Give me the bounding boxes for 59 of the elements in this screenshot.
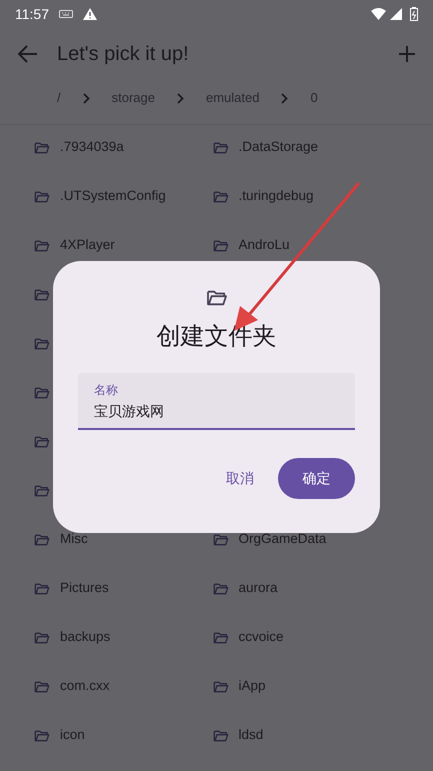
folder-name[interactable]: AndroLu [238,235,290,256]
folder-icon [212,582,228,596]
chevron-right-icon [177,92,184,104]
folder-icon [34,434,50,448]
folder-icon [212,140,228,154]
breadcrumb-item[interactable]: 0 [310,88,318,108]
folder-name[interactable]: aurora [238,578,278,599]
folder-icon [34,336,50,350]
breadcrumb-item[interactable]: emulated [206,88,260,108]
folder-icon [34,728,50,742]
folder-icon [34,190,50,204]
chevron-right-icon [82,92,90,104]
folder-icon [212,190,228,204]
chevron-right-icon [281,92,288,104]
confirm-button[interactable]: 确定 [278,458,355,499]
folder-name[interactable]: .turingdebug [238,186,314,207]
folder-icon [212,630,228,644]
folder-icon [34,484,50,498]
folder-icon [206,289,228,307]
folder-icon [212,532,228,546]
folder-name[interactable]: ldsd [238,725,264,746]
folder-icon [34,582,50,596]
status-time: 11:57 [15,4,49,24]
breadcrumb-item[interactable]: / [57,88,61,108]
folder-name[interactable]: Pictures [60,578,109,599]
folder-name[interactable]: icon [60,725,85,746]
folder-name[interactable]: .DataStorage [238,137,318,158]
folder-name[interactable]: 4XPlayer [60,235,115,256]
folder-icon [34,386,50,400]
folder-icon [34,288,50,302]
keyboard-icon [59,10,73,18]
folder-name[interactable]: Misc [60,529,88,550]
folder-icon [212,238,228,252]
signal-icon [390,8,402,20]
battery-icon [410,7,418,21]
folder-icon [34,680,50,694]
wifi-icon [371,8,386,20]
folder-name[interactable]: OrgGameData [238,529,326,550]
folder-icon [34,238,50,252]
folder-icon [212,728,228,742]
name-field[interactable]: 名称 宝贝游戏网 [78,373,355,430]
app-title: Let's pick it up! [57,42,190,67]
folder-name[interactable]: backups [60,627,110,648]
field-value: 宝贝游戏网 [94,402,165,421]
folder-name[interactable]: ccvoice [238,627,284,648]
folder-name[interactable]: iApp [238,676,266,697]
breadcrumb-item[interactable]: storage [112,88,155,108]
folder-icon [34,630,50,644]
folder-icon [34,140,50,154]
warning-icon [83,8,97,20]
folder-icon [212,680,228,694]
folder-name[interactable]: com.cxx [60,676,110,697]
folder-name[interactable]: .UTSystemConfig [60,186,166,207]
cancel-button[interactable]: 取消 [224,458,256,498]
back-icon[interactable] [18,45,38,63]
folder-icon [34,532,50,546]
field-label: 名称 [94,382,119,399]
add-icon[interactable] [399,46,415,62]
folder-name[interactable]: .7934039a [60,137,124,158]
